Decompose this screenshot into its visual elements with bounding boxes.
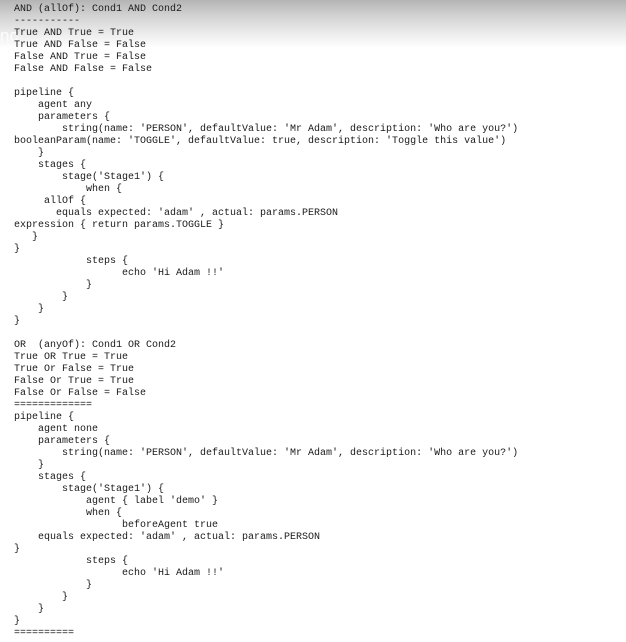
code-line: True AND True = True: [14, 28, 135, 39]
code-line: agent none: [14, 424, 99, 435]
code-line: }: [14, 592, 69, 603]
code-line: agent { label 'demo' }: [14, 496, 219, 507]
code-line: }: [14, 604, 45, 615]
code-line: }: [14, 580, 93, 591]
code-line: True OR True = True: [14, 352, 129, 363]
code-line: }: [14, 148, 45, 159]
code-line: True Or False = True: [14, 364, 135, 375]
code-line: AND (allOf): Cond1 AND Cond2: [14, 4, 183, 15]
code-line: =============: [14, 400, 93, 411]
code-line: stage('Stage1') {: [14, 172, 165, 183]
code-line: parameters {: [14, 436, 111, 447]
code-line: stages {: [14, 472, 87, 483]
code-line: }: [14, 292, 69, 303]
code-line: steps {: [14, 556, 129, 567]
code-line: pipeline {: [14, 412, 75, 423]
code-line: }: [14, 460, 45, 471]
code-line: stages {: [14, 160, 87, 171]
code-line: agent any: [14, 100, 93, 111]
code-line: ==========: [14, 628, 75, 639]
code-line: False Or False = False: [14, 388, 147, 399]
code-line: False AND True = False: [14, 52, 147, 63]
code-line: stage('Stage1') {: [14, 484, 165, 495]
code-line: }: [14, 616, 21, 627]
code-line: equals expected: 'adam' , actual: params…: [14, 532, 321, 543]
code-line: False AND False = False: [14, 64, 153, 75]
code-line: }: [14, 316, 21, 327]
code-line: beforeAgent true: [14, 520, 219, 531]
code-line: when {: [14, 508, 123, 519]
code-line: parameters {: [14, 112, 111, 123]
code-line: echo 'Hi Adam !!': [14, 568, 225, 579]
code-line: expression { return params.TOGGLE }: [14, 220, 225, 231]
code-line: allOf {: [14, 196, 87, 207]
code-line: }: [14, 544, 21, 555]
code-line: pipeline {: [14, 88, 75, 99]
code-line: string(name: 'PERSON', defaultValue: 'Mr…: [14, 124, 519, 135]
code-line: False Or True = True: [14, 376, 135, 387]
code-line: }: [14, 232, 39, 243]
code-line: booleanParam(name: 'TOGGLE', defaultValu…: [14, 136, 507, 147]
code-line: equals expected: 'adam' , actual: params…: [14, 208, 339, 219]
code-line: True AND False = False: [14, 40, 147, 51]
code-block: AND (allOf): Cond1 AND Cond2 ----------- T…: [14, 4, 518, 640]
code-line: -----------: [14, 16, 81, 27]
code-line: string(name: 'PERSON', defaultValue: 'Mr…: [14, 448, 519, 459]
code-line: }: [14, 304, 45, 315]
code-line: echo 'Hi Adam !!': [14, 268, 225, 279]
code-line: steps {: [14, 256, 129, 267]
code-line: OR (anyOf): Cond1 OR Cond2: [14, 340, 177, 351]
code-line: }: [14, 244, 21, 255]
code-line: when {: [14, 184, 123, 195]
code-line: }: [14, 280, 93, 291]
